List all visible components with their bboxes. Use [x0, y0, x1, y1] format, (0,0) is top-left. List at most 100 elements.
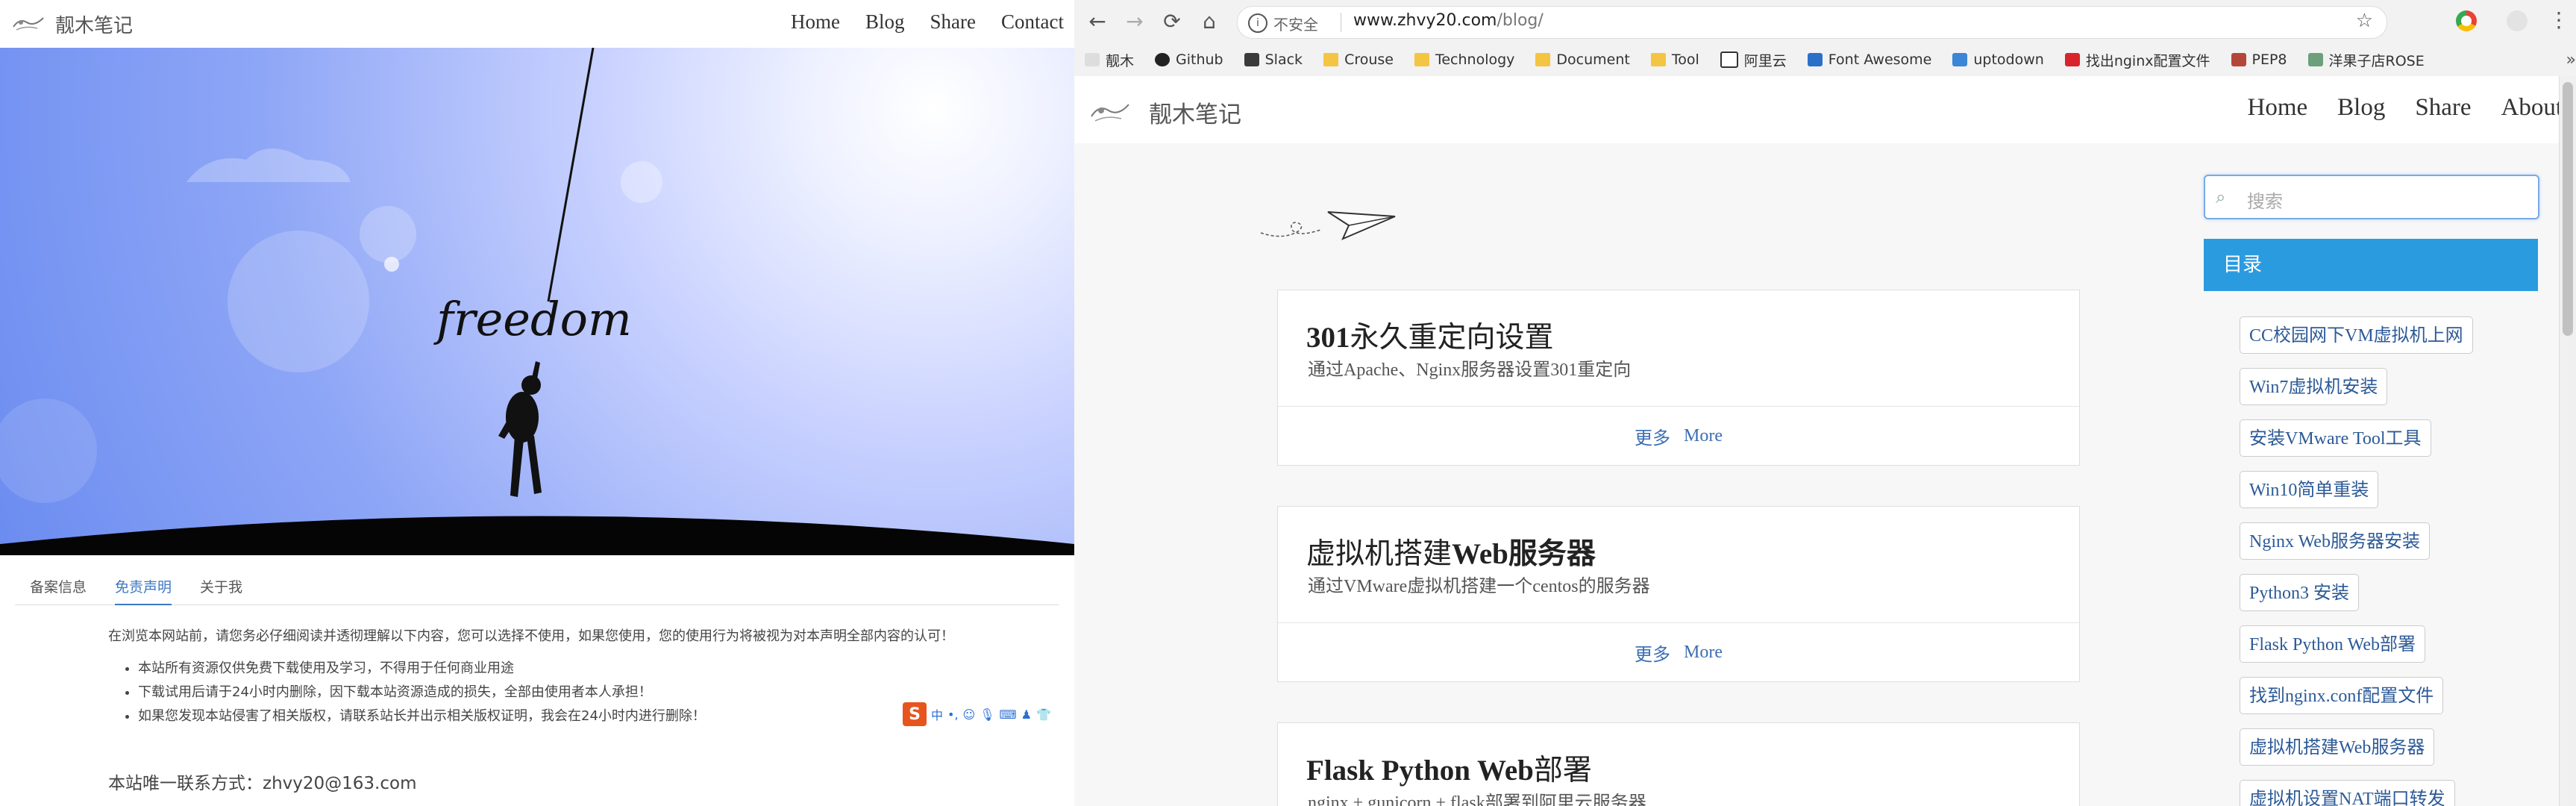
flag-icon: [1807, 53, 1823, 66]
shirt-icon[interactable]: 👕: [1036, 707, 1051, 722]
bookmark-label: 靓木: [1106, 52, 1135, 69]
toc-item[interactable]: CC校园网下VM虚拟机上网: [2240, 316, 2473, 354]
bookmark-github[interactable]: Github: [1155, 51, 1223, 68]
bookmark-uptodown[interactable]: uptodown: [1952, 51, 2044, 68]
reload-icon[interactable]: ⟳: [1159, 9, 1185, 34]
folder-icon: [1535, 53, 1551, 66]
browser-menu-icon[interactable]: ⋮: [2548, 7, 2569, 32]
toc-item[interactable]: 安装VMware Tool工具: [2240, 419, 2431, 457]
slack-icon: [1244, 53, 1259, 66]
post-body[interactable]: 虚拟机搭建Web服务器 通过VMware虚拟机搭建一个centos的服务器: [1278, 507, 2079, 623]
disclaimer-item: 本站所有资源仅供免费下载使用及学习，不得用于任何商业用途: [138, 657, 981, 681]
bookmarks-overflow-icon[interactable]: »: [2566, 51, 2576, 69]
more-label-cn: 更多: [1635, 428, 1670, 449]
post-description: 通过Apache、Nginx服务器设置301重定向: [1308, 360, 1632, 380]
post-more-link[interactable]: 更多 More: [1278, 623, 2079, 681]
post-description: 通过VMware虚拟机搭建一个centos的服务器: [1308, 577, 1650, 596]
url-host: www.zhvy20.com: [1353, 11, 1497, 30]
ime-mode-toggle[interactable]: 中: [931, 705, 943, 723]
bookmark-tool[interactable]: Tool: [1650, 51, 1699, 68]
bookmark-label: uptodown: [1973, 51, 2044, 68]
toc-item[interactable]: Python3 安装: [2240, 574, 2360, 611]
punctuation-icon[interactable]: •,: [947, 707, 959, 722]
bookmark-font-awesome[interactable]: Font Awesome: [1807, 51, 1931, 68]
post-title[interactable]: 301永久重定向设置: [1306, 314, 1554, 356]
post-card: 虚拟机搭建Web服务器 通过VMware虚拟机搭建一个centos的服务器 更多…: [1277, 506, 2080, 682]
tab-about-me[interactable]: 关于我: [200, 576, 242, 604]
page-scrollbar[interactable]: [2559, 76, 2576, 806]
post-body[interactable]: 301永久重定向设置 通过Apache、Nginx服务器设置301重定向: [1278, 290, 2079, 407]
tab-record-info[interactable]: 备案信息: [30, 576, 87, 604]
menu-about[interactable]: About: [2501, 94, 2563, 122]
post-title[interactable]: Flask Python Web部署: [1306, 747, 1592, 789]
bookmark-crouse[interactable]: Crouse: [1323, 51, 1394, 68]
extension-icon[interactable]: [2456, 10, 2477, 31]
back-arrow-icon[interactable]: ←: [1085, 9, 1110, 34]
bookmark-label: Crouse: [1344, 51, 1394, 68]
site-icon: [1085, 53, 1100, 66]
toc-item[interactable]: Flask Python Web部署: [2240, 625, 2425, 663]
menu-home[interactable]: Home: [2248, 94, 2308, 122]
site-brand[interactable]: 靓木笔记: [1149, 96, 1241, 129]
post-body[interactable]: Flask Python Web部署 nginx + gunicorn + fl…: [1278, 723, 2079, 806]
microphone-icon[interactable]: 🎙: [980, 707, 994, 722]
more-label-en: More: [1684, 642, 1723, 662]
toc-item[interactable]: Nginx Web服务器安装: [2240, 522, 2430, 560]
left-menu-share[interactable]: Share: [930, 10, 976, 34]
folder-icon: [1414, 53, 1429, 66]
search-placeholder[interactable]: 搜索: [2247, 187, 2283, 213]
left-menu-contact[interactable]: Contact: [1001, 10, 1064, 34]
menu-blog[interactable]: Blog: [2337, 94, 2385, 122]
hero-freedom-text: freedom: [433, 292, 632, 346]
footer-tabs: 备案信息 免责声明 关于我: [15, 567, 1059, 605]
bookmark-technology[interactable]: Technology: [1414, 51, 1514, 68]
search-box[interactable]: ⌕ 搜索: [2204, 175, 2539, 219]
forward-arrow-icon[interactable]: →: [1122, 9, 1147, 34]
site-logo-icon[interactable]: [1088, 97, 1132, 127]
search-icon: ⌕: [2216, 187, 2226, 207]
post-title-part: Flask Python Web: [1306, 755, 1534, 787]
extension-icon[interactable]: [2507, 10, 2528, 31]
bookmark-label: PEP8: [2251, 51, 2287, 68]
bookmark-label: Github: [1176, 51, 1223, 68]
site-logo-icon[interactable]: [10, 12, 46, 34]
left-site-header: 靓木笔记 Home Blog Share Contact: [0, 0, 1074, 49]
bookmark-star-icon[interactable]: ☆: [2356, 10, 2373, 32]
bookmark-label: 找出nginx配置文件: [2085, 52, 2210, 69]
bookmark-slack[interactable]: Slack: [1244, 51, 1303, 68]
address-bar[interactable]: i 不安全 www.zhvy20.com/blog/ ☆: [1237, 6, 2387, 39]
ime-toolbar[interactable]: S 中 •, ☺ 🎙 ⌨ ♟ 👕: [903, 702, 1074, 727]
emoji-icon[interactable]: ☺: [963, 707, 976, 722]
left-brand[interactable]: 靓木笔记: [55, 10, 133, 38]
toc-item[interactable]: 虚拟机搭建Web服务器: [2240, 728, 2435, 766]
bookmark-document[interactable]: Document: [1535, 51, 1630, 68]
menu-share[interactable]: Share: [2415, 94, 2471, 122]
scrollbar-thumb[interactable]: [2563, 82, 2573, 336]
tab-disclaimer[interactable]: 免责声明: [115, 576, 172, 605]
toc-item[interactable]: Win7虚拟机安装: [2240, 368, 2388, 405]
post-card: 301永久重定向设置 通过Apache、Nginx服务器设置301重定向 更多 …: [1277, 290, 2080, 466]
toc-item[interactable]: 找到nginx.conf配置文件: [2240, 677, 2444, 714]
security-label[interactable]: 不安全: [1273, 13, 1318, 34]
toc-item[interactable]: 虚拟机设置NAT端口转发: [2240, 780, 2455, 806]
bookmark-label: Technology: [1435, 51, 1515, 68]
bookmark-rose[interactable]: 洋果子店ROSE: [2307, 50, 2425, 70]
left-menu-blog[interactable]: Blog: [865, 10, 905, 34]
info-icon[interactable]: i: [1248, 13, 1267, 33]
left-menu-home[interactable]: Home: [791, 10, 840, 34]
home-icon[interactable]: ⌂: [1197, 9, 1222, 34]
url-text[interactable]: www.zhvy20.com/blog/: [1353, 11, 1544, 30]
bookmark-jingmu[interactable]: 靓木: [1085, 50, 1134, 70]
url-path: /blog/: [1497, 11, 1544, 30]
post-more-link[interactable]: 更多 More: [1278, 407, 2079, 465]
post-title[interactable]: 虚拟机搭建Web服务器: [1306, 531, 1596, 572]
bookmark-aliyun[interactable]: 阿里云: [1720, 50, 1787, 70]
download-icon: [1952, 53, 1968, 66]
user-icon[interactable]: ♟: [1021, 707, 1032, 722]
bookmark-pep8[interactable]: PEP8: [2231, 51, 2287, 68]
toc-item[interactable]: Win10简单重装: [2240, 471, 2379, 508]
more-label-en: More: [1684, 425, 1723, 446]
bookmark-nginx-config[interactable]: 找出nginx配置文件: [2064, 50, 2210, 70]
keyboard-icon[interactable]: ⌨: [1000, 707, 1017, 722]
ime-logo-icon[interactable]: S: [903, 702, 927, 726]
